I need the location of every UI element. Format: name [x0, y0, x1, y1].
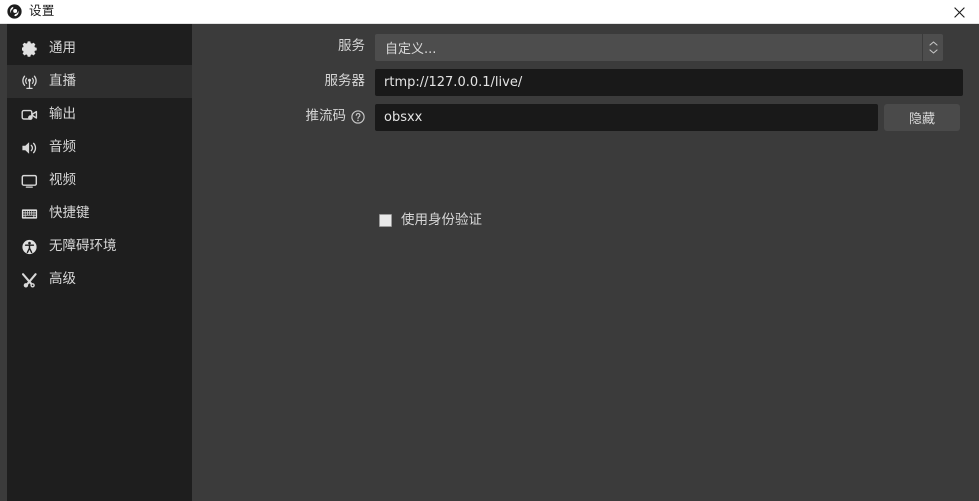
obs-logo-icon: [7, 4, 22, 19]
use-auth-checkbox-row[interactable]: 使用身份验证: [192, 212, 979, 228]
sidebar-item-label: 直播: [49, 72, 76, 89]
stream-key-input[interactable]: obsxx: [375, 103, 878, 131]
stream-key-label: 推流码: [192, 110, 375, 124]
service-combobox[interactable]: 自定义...: [375, 33, 943, 61]
stream-key-label-text: 推流码: [305, 108, 347, 125]
window-title: 设置: [29, 3, 55, 19]
server-input[interactable]: rtmp://127.0.0.1/live/: [375, 68, 963, 96]
sidebar-item-label: 快捷键: [49, 204, 90, 221]
sidebar-item-video[interactable]: 视频: [7, 164, 192, 197]
title-bar-left: 设置: [7, 4, 55, 19]
gear-icon: [21, 40, 38, 57]
sidebar-item-advanced[interactable]: 高级: [7, 263, 192, 296]
window-controls: [939, 0, 979, 24]
settings-sidebar: 通用 直播 输出 音频 视频 快捷键 无障碍环境 高级: [7, 24, 192, 501]
stream-key-row: 推流码 obsxx 隐藏: [192, 102, 979, 132]
use-auth-label: 使用身份验证: [401, 212, 482, 228]
broadcast-icon: [21, 73, 38, 90]
stream-form: 服务 自定义... 服务器 rtmp://127.0.0.1/live/ 推流码…: [192, 24, 979, 132]
sidebar-item-accessibility[interactable]: 无障碍环境: [7, 230, 192, 263]
title-bar: 设置: [0, 0, 979, 24]
accessibility-icon: [21, 238, 38, 255]
window-body: 通用 直播 输出 音频 视频 快捷键 无障碍环境 高级 服务 自定义... 服务…: [0, 24, 979, 501]
sidebar-item-output[interactable]: 输出: [7, 98, 192, 131]
settings-window: 设置 通用 直播 输出 音频 视频 快捷键 无障碍环境 高级 服务 自定义...…: [0, 0, 979, 501]
speaker-icon: [21, 139, 38, 156]
sidebar-item-audio[interactable]: 音频: [7, 131, 192, 164]
server-label: 服务器: [324, 73, 366, 90]
sidebar-item-label: 通用: [49, 39, 76, 56]
service-label: 服务: [338, 38, 365, 55]
monitor-icon: [21, 172, 38, 189]
toggle-stream-key-visibility-button[interactable]: 隐藏: [884, 103, 960, 131]
stream-settings-pane: 服务 自定义... 服务器 rtmp://127.0.0.1/live/ 推流码…: [192, 24, 979, 501]
sidebar-item-stream[interactable]: 直播: [7, 65, 192, 98]
service-row: 服务 自定义...: [192, 32, 979, 62]
service-combobox-value: 自定义...: [375, 33, 922, 61]
close-icon[interactable]: [939, 0, 979, 24]
server-row: 服务器 rtmp://127.0.0.1/live/: [192, 67, 979, 97]
video-camera-icon: [21, 106, 38, 123]
sidebar-item-label: 高级: [49, 270, 76, 287]
sidebar-item-label: 输出: [49, 105, 76, 122]
question-circle-icon[interactable]: [351, 110, 365, 124]
chevron-updown-icon[interactable]: [922, 33, 943, 61]
sidebar-item-label: 音频: [49, 138, 76, 155]
left-gutter: [0, 24, 7, 501]
tools-icon: [21, 271, 38, 288]
sidebar-item-label: 视频: [49, 171, 76, 188]
sidebar-item-general[interactable]: 通用: [7, 32, 192, 65]
sidebar-item-hotkeys[interactable]: 快捷键: [7, 197, 192, 230]
keyboard-icon: [21, 205, 38, 222]
sidebar-item-label: 无障碍环境: [49, 237, 117, 254]
use-auth-checkbox[interactable]: [379, 214, 392, 228]
